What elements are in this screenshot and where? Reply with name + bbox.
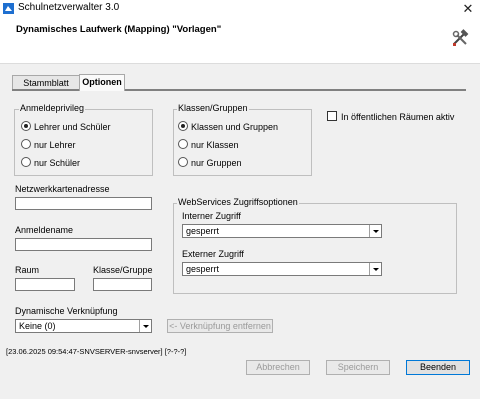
interner-zugriff-select[interactable]: gesperrt (182, 224, 382, 238)
select-value: gesperrt (186, 264, 220, 274)
webservices-label: WebServices Zugriffsoptionen (177, 197, 299, 207)
chevron-down-icon[interactable] (369, 225, 381, 237)
netzwerkkartenadresse-field[interactable] (15, 197, 152, 210)
chevron-down-icon[interactable] (369, 263, 381, 275)
interner-zugriff-label: Interner Zugriff (182, 211, 241, 221)
radio-label: Lehrer und Schüler (34, 122, 111, 132)
verknuepfung-label: Dynamische Verknüpfung (15, 306, 118, 316)
page-title: Dynamisches Laufwerk (Mapping) "Vorlagen… (16, 24, 222, 35)
speichern-button[interactable]: Speichern (326, 360, 390, 375)
radio-label: nur Klassen (191, 140, 239, 150)
radio-label: Klassen und Gruppen (191, 122, 279, 132)
oeffentliche-raeume-checkbox[interactable]: In öffentlichen Räumen aktiv (327, 111, 454, 123)
radio-selected-icon (21, 121, 31, 131)
chevron-down-icon[interactable] (139, 320, 151, 332)
radio-nur-lehrer[interactable]: nur Lehrer (21, 139, 76, 151)
hammer-wrench-icon (452, 29, 469, 46)
klasse-gruppe-label: Klasse/Gruppe (93, 265, 153, 275)
radio-label: nur Lehrer (34, 140, 76, 150)
anmeldeprivileg-label: Anmeldeprivileg (19, 103, 86, 113)
radio-unselected-icon (21, 139, 31, 149)
tab-optionen[interactable]: Optionen (79, 74, 125, 91)
externer-zugriff-select[interactable]: gesperrt (182, 262, 382, 276)
checkbox-box (327, 111, 337, 121)
radio-nur-gruppen[interactable]: nur Gruppen (178, 157, 242, 169)
app-icon (3, 3, 14, 14)
radio-label: nur Schüler (34, 158, 81, 168)
netzwerkkartenadresse-label: Netzwerkkartenadresse (15, 184, 110, 194)
radio-nur-schueler[interactable]: nur Schüler (21, 157, 80, 169)
radio-label: nur Gruppen (191, 158, 242, 168)
klasse-gruppe-field[interactable] (93, 278, 152, 291)
externer-zugriff-label: Externer Zugriff (182, 249, 244, 259)
radio-unselected-icon (21, 157, 31, 167)
select-value: gesperrt (186, 226, 220, 236)
tab-stammblatt[interactable]: Stammblatt (12, 75, 80, 90)
raum-label: Raum (15, 265, 40, 275)
anmeldename-field[interactable] (15, 238, 152, 251)
checkbox-label: In öffentlichen Räumen aktiv (341, 112, 455, 122)
radio-klassen-und-gruppen[interactable]: Klassen und Gruppen (178, 121, 278, 133)
raum-field[interactable] (15, 278, 75, 291)
anmeldename-label: Anmeldename (15, 225, 74, 235)
radio-lehrer-und-schueler[interactable]: Lehrer und Schüler (21, 121, 111, 133)
radio-nur-klassen[interactable]: nur Klassen (178, 139, 239, 151)
verknuepfung-entfernen-button[interactable]: <- Verknüpfung entfernen (167, 319, 273, 333)
radio-unselected-icon (178, 139, 188, 149)
abbrechen-button[interactable]: Abbrechen (246, 360, 310, 375)
verknuepfung-select[interactable]: Keine (0) (15, 319, 152, 333)
radio-unselected-icon (178, 157, 188, 167)
klassen-gruppen-label: Klassen/Gruppen (177, 103, 249, 113)
close-button[interactable]: ✕ (456, 0, 480, 17)
select-value: Keine (0) (19, 321, 56, 331)
radio-selected-icon (178, 121, 188, 131)
status-text: [23.06.2025 09:54:47-SNVSERVER-snvserver… (6, 347, 187, 356)
beenden-button[interactable]: Beenden (406, 360, 470, 375)
window-title: Schulnetzverwalter 3.0 (18, 2, 120, 13)
